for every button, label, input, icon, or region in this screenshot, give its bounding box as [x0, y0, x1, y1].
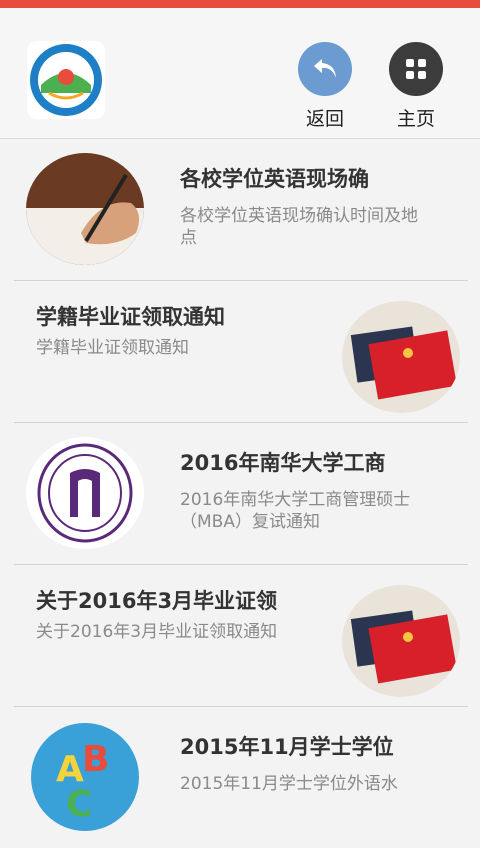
news-desc: 2015年11月学士学位外语水	[180, 774, 398, 794]
undo-arrow-icon	[314, 59, 336, 78]
news-item[interactable]: 学籍毕业证领取通知 学籍毕业证领取通知	[14, 281, 468, 423]
news-list: 各校学位英语现场确 各校学位英语现场确认时间及地点 学籍毕业证领取通知 学籍毕业…	[0, 139, 480, 848]
certificate-thumbnail	[342, 301, 460, 413]
university-emblem-thumbnail	[26, 437, 144, 549]
svg-text:B: B	[82, 739, 109, 780]
certificate-thumbnail	[342, 585, 460, 697]
news-title: 关于2016年3月毕业证领	[36, 589, 278, 613]
news-desc: 各校学位英语现场确认时间及地点	[180, 206, 418, 248]
home-label: 主页	[396, 108, 435, 130]
home-button[interactable]: 主页	[381, 42, 451, 131]
top-accent-bar	[0, 0, 480, 8]
news-item[interactable]: 各校学位英语现场确 各校学位英语现场确认时间及地点	[14, 139, 468, 281]
news-item[interactable]: A B C 2015年11月学士学位 2015年11月学士学位外语水	[14, 707, 468, 848]
news-title: 2016年南华大学工商	[180, 451, 386, 475]
school-logo	[27, 41, 105, 119]
news-title: 各校学位英语现场确	[180, 167, 369, 191]
writing-hand-thumbnail	[26, 153, 144, 265]
back-label: 返回	[305, 108, 344, 130]
svg-text:C: C	[66, 784, 92, 825]
news-desc: 关于2016年3月毕业证领取通知	[36, 622, 278, 642]
news-item[interactable]: 2016年南华大学工商 2016年南华大学工商管理硕士（MBA）复试通知	[14, 423, 468, 565]
abc-blocks-thumbnail: A B C	[26, 721, 144, 833]
news-title: 学籍毕业证领取通知	[36, 305, 225, 329]
header: 返回 主页	[0, 8, 480, 139]
grid-icon	[406, 59, 426, 79]
back-button[interactable]: 返回	[290, 42, 360, 131]
news-title: 2015年11月学士学位	[180, 735, 394, 759]
news-item[interactable]: 关于2016年3月毕业证领 关于2016年3月毕业证领取通知	[14, 565, 468, 707]
news-desc: 2016年南华大学工商管理硕士（MBA）复试通知	[180, 490, 411, 532]
news-desc: 学籍毕业证领取通知	[36, 338, 189, 358]
